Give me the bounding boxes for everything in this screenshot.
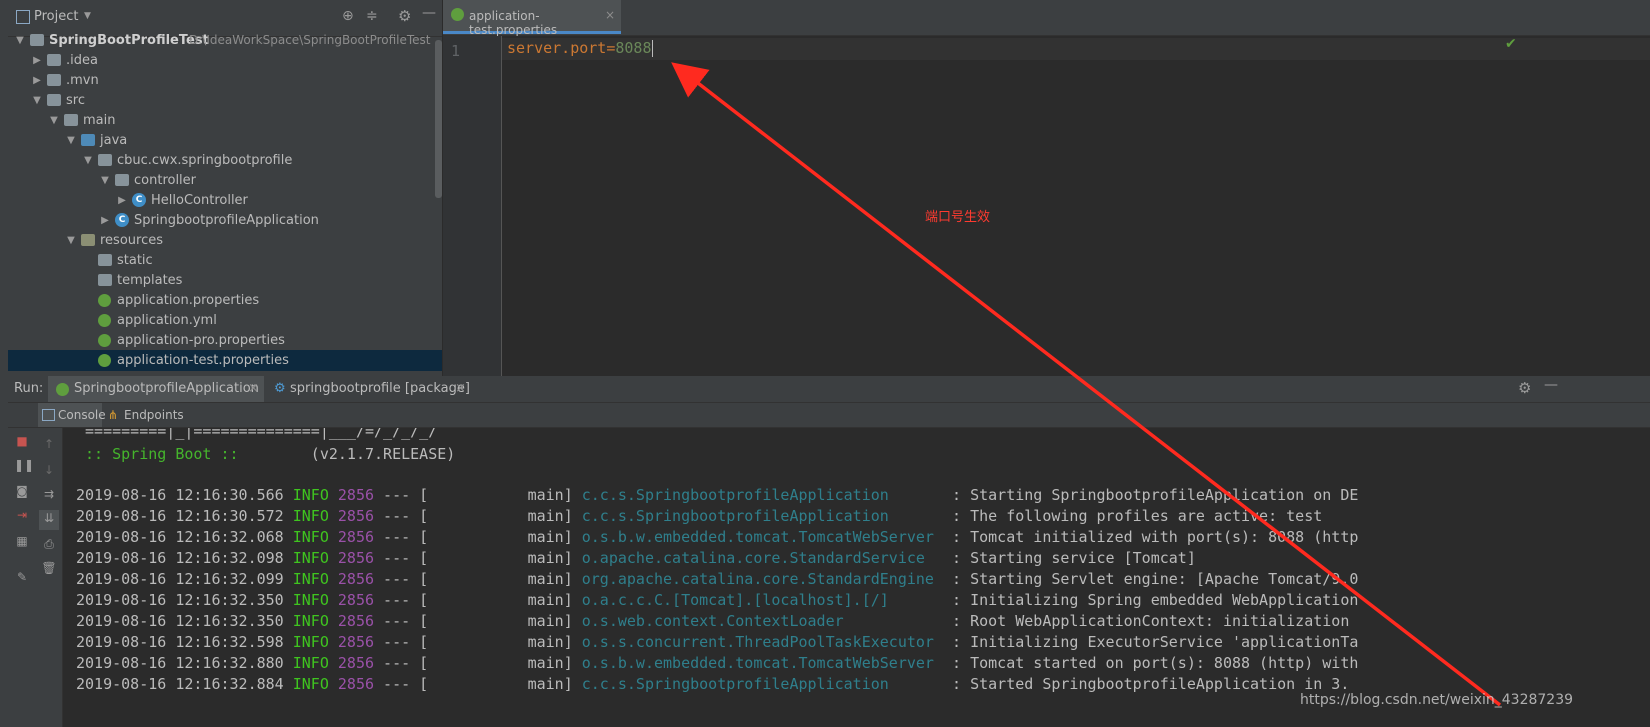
annotation-arrow [671,62,1502,707]
arrow-line [671,62,1502,707]
watermark: https://blog.csdn.net/weixin_43287239 [1300,692,1574,708]
